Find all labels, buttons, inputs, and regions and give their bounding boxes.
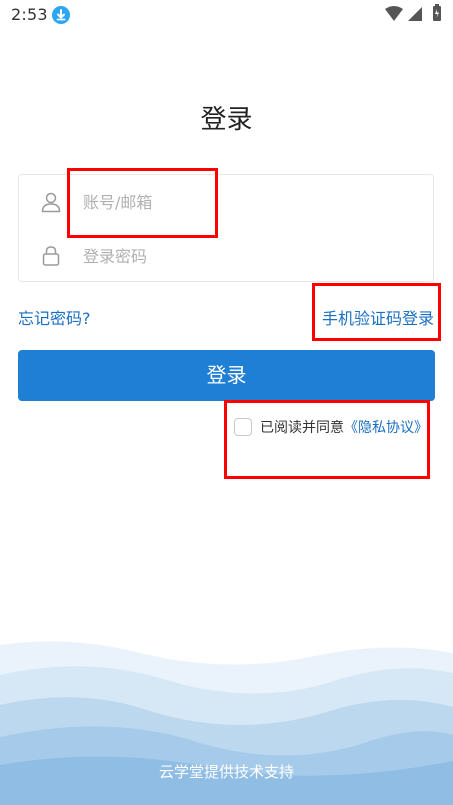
agreement-checkbox[interactable] bbox=[234, 418, 252, 436]
status-right-icons bbox=[333, 0, 453, 30]
page-title: 登录 bbox=[200, 105, 253, 135]
account-row bbox=[19, 175, 433, 229]
status-time: 2:53 bbox=[11, 5, 48, 24]
login-form-card bbox=[18, 174, 434, 282]
password-input[interactable] bbox=[83, 243, 403, 269]
agreement-label: 已阅读并同意 bbox=[260, 420, 344, 436]
privacy-agreement-link[interactable]: 《隐私协议》 bbox=[344, 420, 428, 436]
download-icon bbox=[52, 6, 70, 24]
user-icon bbox=[39, 190, 63, 214]
account-input[interactable] bbox=[83, 189, 403, 215]
login-button[interactable]: 登录 bbox=[18, 350, 435, 401]
agreement-row: 已阅读并同意《隐私协议》 bbox=[234, 415, 444, 439]
wifi-icon bbox=[385, 6, 403, 21]
annotation-box-agreement bbox=[224, 400, 430, 479]
sms-login-link[interactable]: 手机验证码登录 bbox=[322, 305, 434, 329]
signal-icon bbox=[408, 7, 422, 21]
status-bar: 2:53 bbox=[0, 0, 453, 30]
forgot-password-link[interactable]: 忘记密码? bbox=[18, 305, 91, 329]
battery-icon bbox=[433, 4, 441, 21]
password-row bbox=[19, 229, 433, 283]
agreement-text: 已阅读并同意《隐私协议》 bbox=[260, 417, 428, 437]
footer-support-text: 云学堂提供技术支持 bbox=[158, 763, 294, 781]
lock-icon bbox=[39, 244, 63, 268]
